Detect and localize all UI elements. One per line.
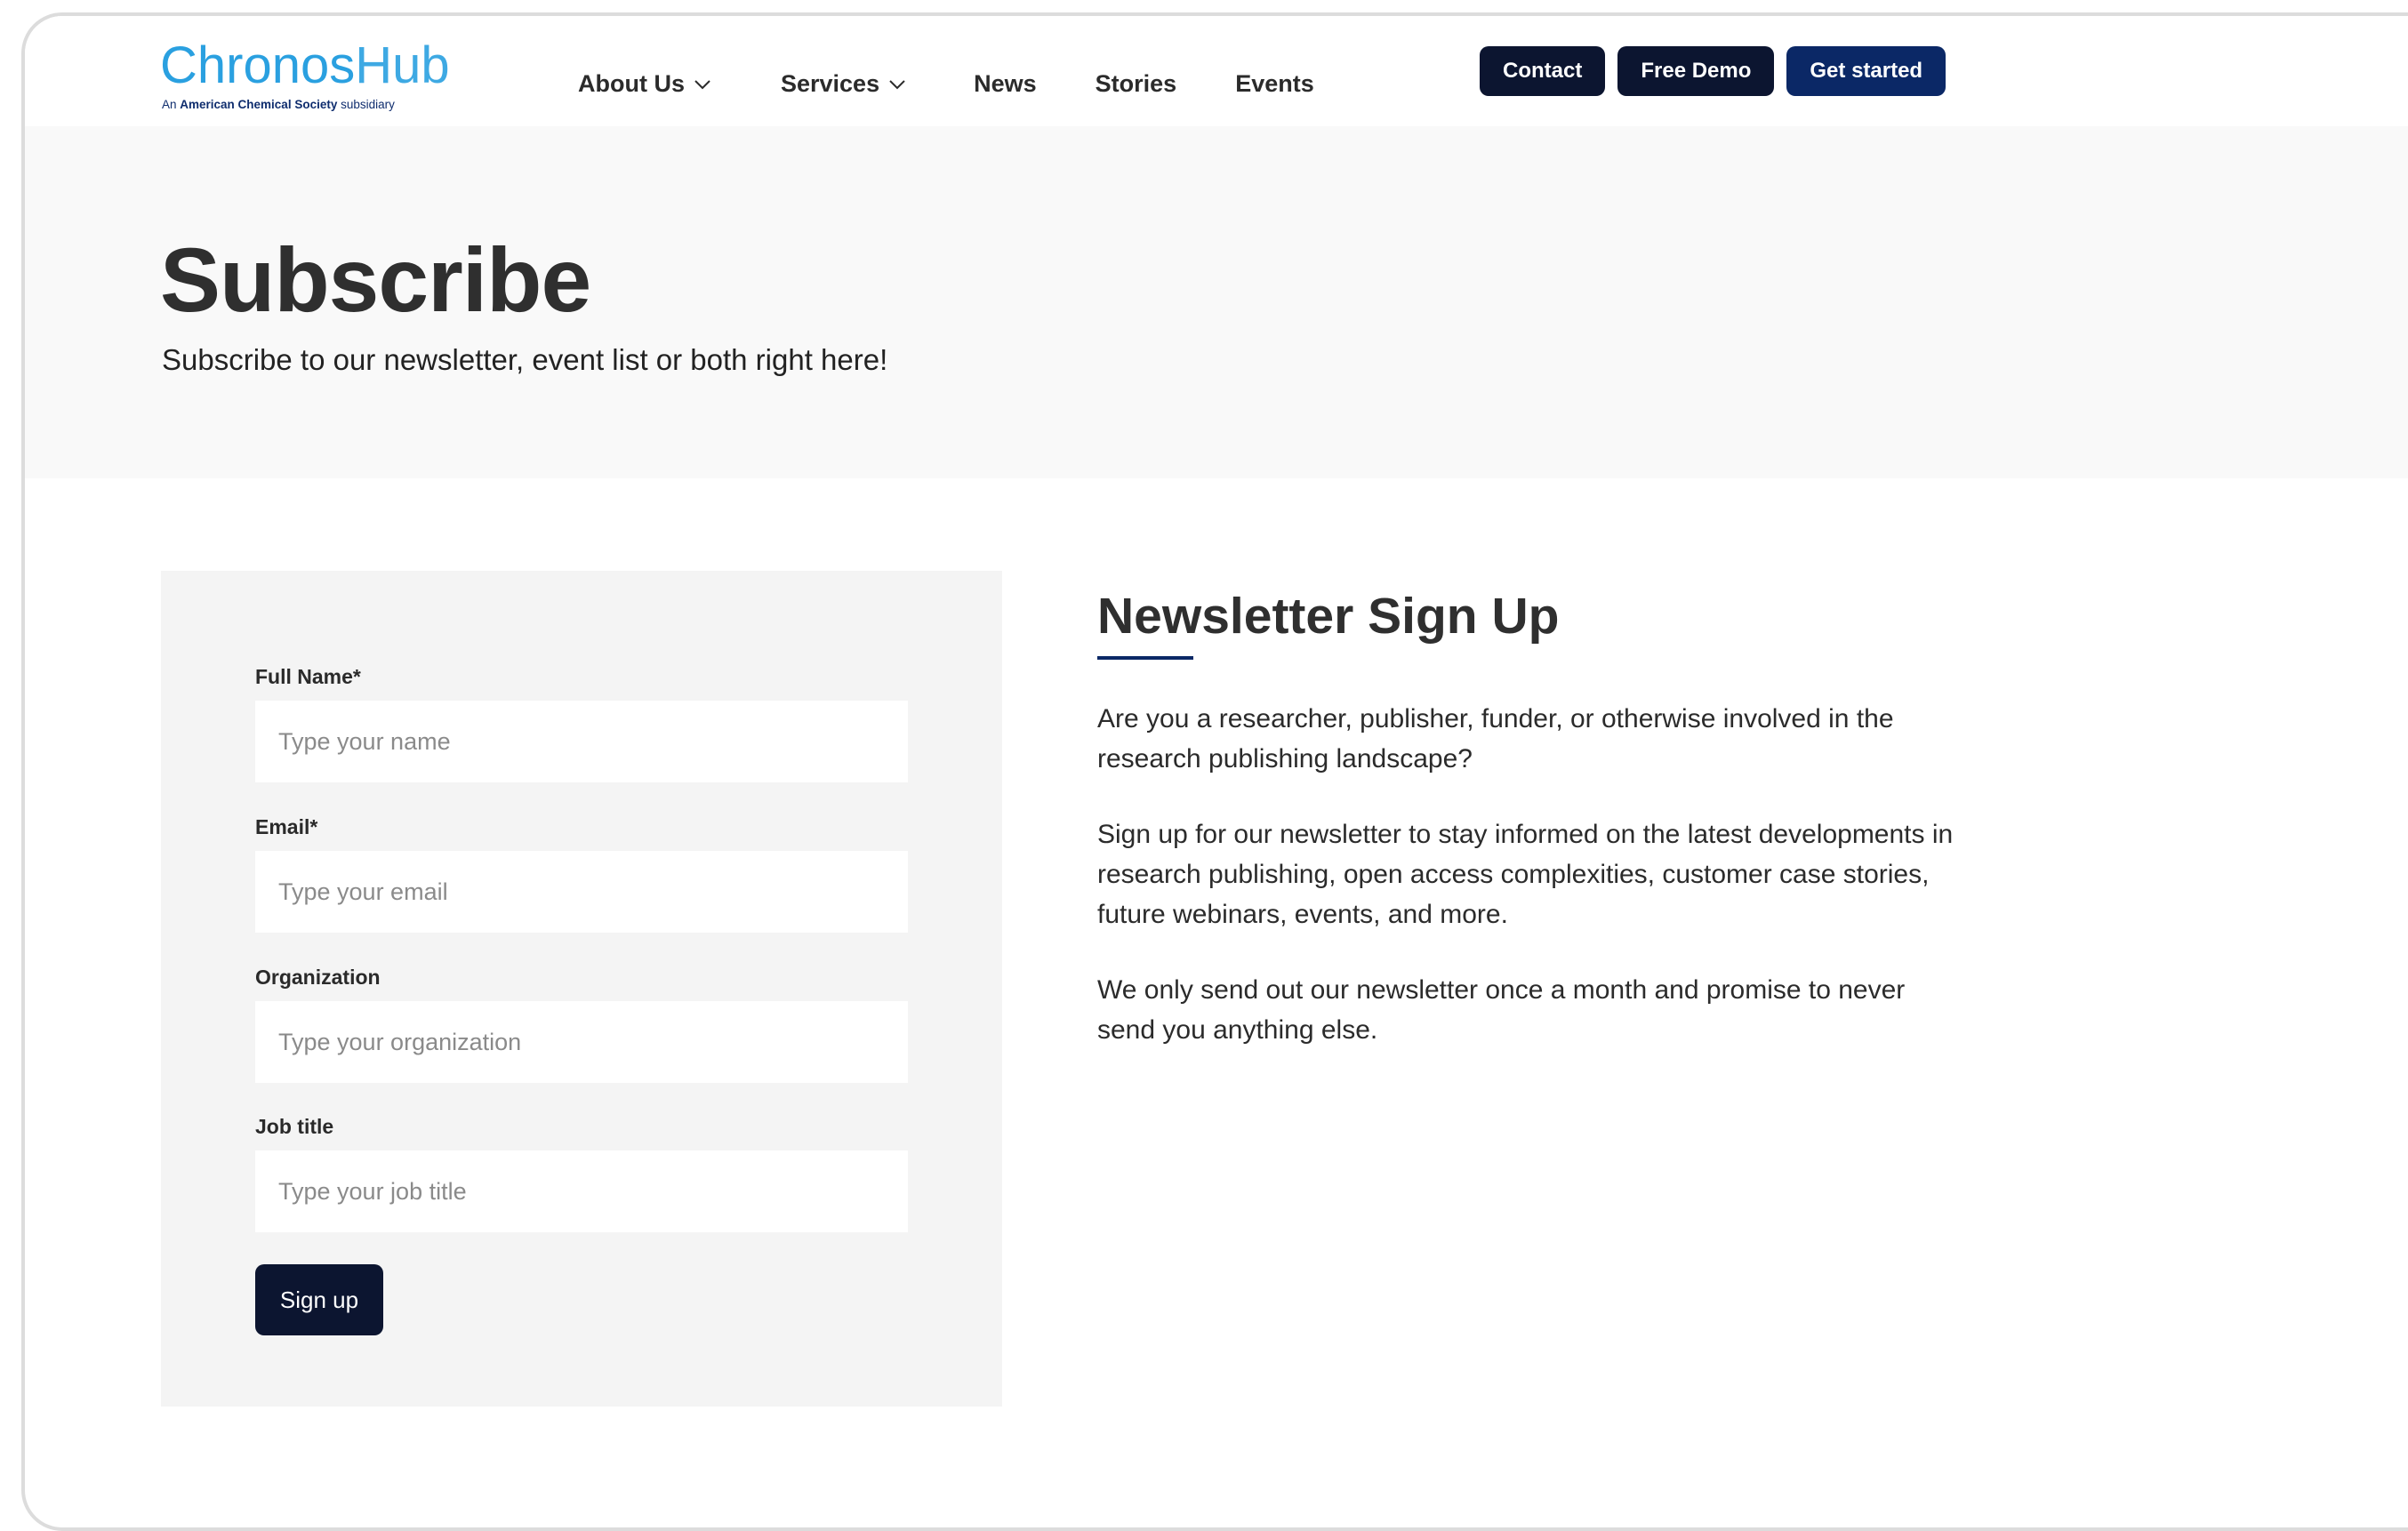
nav-item-news[interactable]: News (974, 70, 1037, 98)
newsletter-paragraph-2: Sign up for our newsletter to stay infor… (1097, 820, 1954, 929)
nav-item-stories[interactable]: Stories (1096, 70, 1177, 98)
nav-item-label: Events (1235, 69, 1314, 97)
logo-tagline-suffix: subsidiary (337, 98, 395, 111)
nav-item-label: Stories (1095, 69, 1177, 97)
logo-tagline-bold: American Chemical Society (180, 98, 338, 111)
logo-tagline: An American Chemical Society subsidiary (162, 98, 395, 112)
logo-name-part1: Chronos (160, 36, 356, 94)
newsletter-paragraph-1: Are you a researcher, publisher, funder,… (1097, 704, 1894, 774)
main-nav: About Us Services News Stories Events (578, 66, 1314, 101)
get-started-button[interactable]: Get started (1786, 46, 1946, 96)
nav-item-label: Services (780, 69, 880, 97)
header-actions: Contact Free Demo Get started (1480, 46, 1946, 96)
chevron-down-icon (694, 80, 710, 90)
nav-item-events[interactable]: Events (1235, 70, 1314, 98)
site-header: ChronosHub An American Chemical Society … (25, 16, 2408, 126)
nav-item-label: News (974, 69, 1037, 97)
logo-wordmark: ChronosHub (160, 39, 450, 92)
hero-section: Subscribe Subscribe to our newsletter, e… (25, 126, 2408, 478)
logo-tagline-prefix: An (162, 98, 181, 111)
subscribe-form: Full Name* Email* Organization Job title… (161, 571, 1002, 1407)
full-name-input[interactable] (255, 701, 908, 782)
browser-frame: ChronosHub An American Chemical Society … (21, 12, 2408, 1531)
chevron-down-icon (889, 80, 905, 90)
newsletter-info: Newsletter Sign Up Are you a researcher,… (1097, 573, 1969, 1050)
page-title: Subscribe (160, 229, 591, 331)
email-input[interactable] (255, 851, 908, 933)
job-title-input[interactable] (255, 1150, 908, 1232)
organization-input[interactable] (255, 1001, 908, 1083)
email-label: Email* (255, 815, 318, 838)
chronoshub-logo[interactable]: ChronosHub An American Chemical Society … (160, 39, 450, 112)
free-demo-button[interactable]: Free Demo (1617, 46, 1775, 96)
sign-up-button[interactable]: Sign up (255, 1264, 383, 1335)
organization-label: Organization (255, 966, 381, 989)
nav-item-label: About Us (578, 69, 685, 97)
contact-button[interactable]: Contact (1480, 46, 1606, 96)
nav-item-about-us[interactable]: About Us (578, 70, 711, 98)
heading-underline (1097, 656, 1193, 660)
full-name-label: Full Name* (255, 665, 361, 688)
newsletter-heading: Newsletter Sign Up (1097, 588, 1560, 645)
nav-item-services[interactable]: Services (781, 70, 906, 98)
page-subtitle: Subscribe to our newsletter, event list … (162, 343, 888, 376)
job-title-label: Job title (255, 1115, 334, 1138)
logo-name-part2: Hub (355, 36, 450, 94)
newsletter-paragraph-3: We only send out our newsletter once a m… (1097, 975, 1906, 1045)
